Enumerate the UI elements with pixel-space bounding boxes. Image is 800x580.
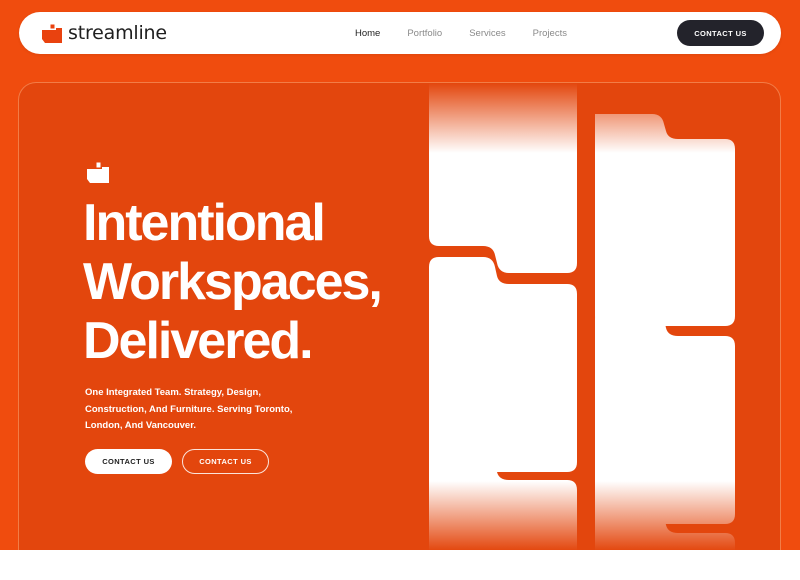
nav-link-portfolio[interactable]: Portfolio xyxy=(407,28,442,39)
hero-title: Intentional Workspaces, Delivered. xyxy=(83,194,443,371)
nav-link-services[interactable]: Services xyxy=(469,28,505,39)
hero-title-line-3: Delivered. xyxy=(83,312,314,370)
hero-contact-outline-button[interactable]: CONTACT US xyxy=(182,449,269,474)
hero-section: Intentional Workspaces, Delivered. One I… xyxy=(18,82,781,550)
main-nav: Home Portfolio Services Projects xyxy=(355,12,594,54)
streamline-logo-icon xyxy=(42,23,62,43)
nav-contact-button[interactable]: CONTACT US xyxy=(677,20,764,46)
nav-link-projects[interactable]: Projects xyxy=(533,28,567,39)
tiles-fade-top xyxy=(419,83,749,153)
hero-title-line-1: Intentional xyxy=(83,194,326,252)
hero-contact-button[interactable]: CONTACT US xyxy=(85,449,172,474)
streamline-mark-icon xyxy=(87,161,109,183)
hero-subtitle: One Integrated Team. Strategy, Design, C… xyxy=(85,387,293,431)
brand-name: streamline xyxy=(68,22,167,44)
nav-link-home[interactable]: Home xyxy=(355,28,380,39)
page-bottom-strip xyxy=(0,550,800,580)
top-navbar: streamline Home Portfolio Services Proje… xyxy=(19,12,781,54)
tiles-fade-bottom xyxy=(419,481,749,550)
hero-title-line-2: Workspaces, xyxy=(83,253,383,311)
brand-logo[interactable]: streamline xyxy=(41,21,167,45)
